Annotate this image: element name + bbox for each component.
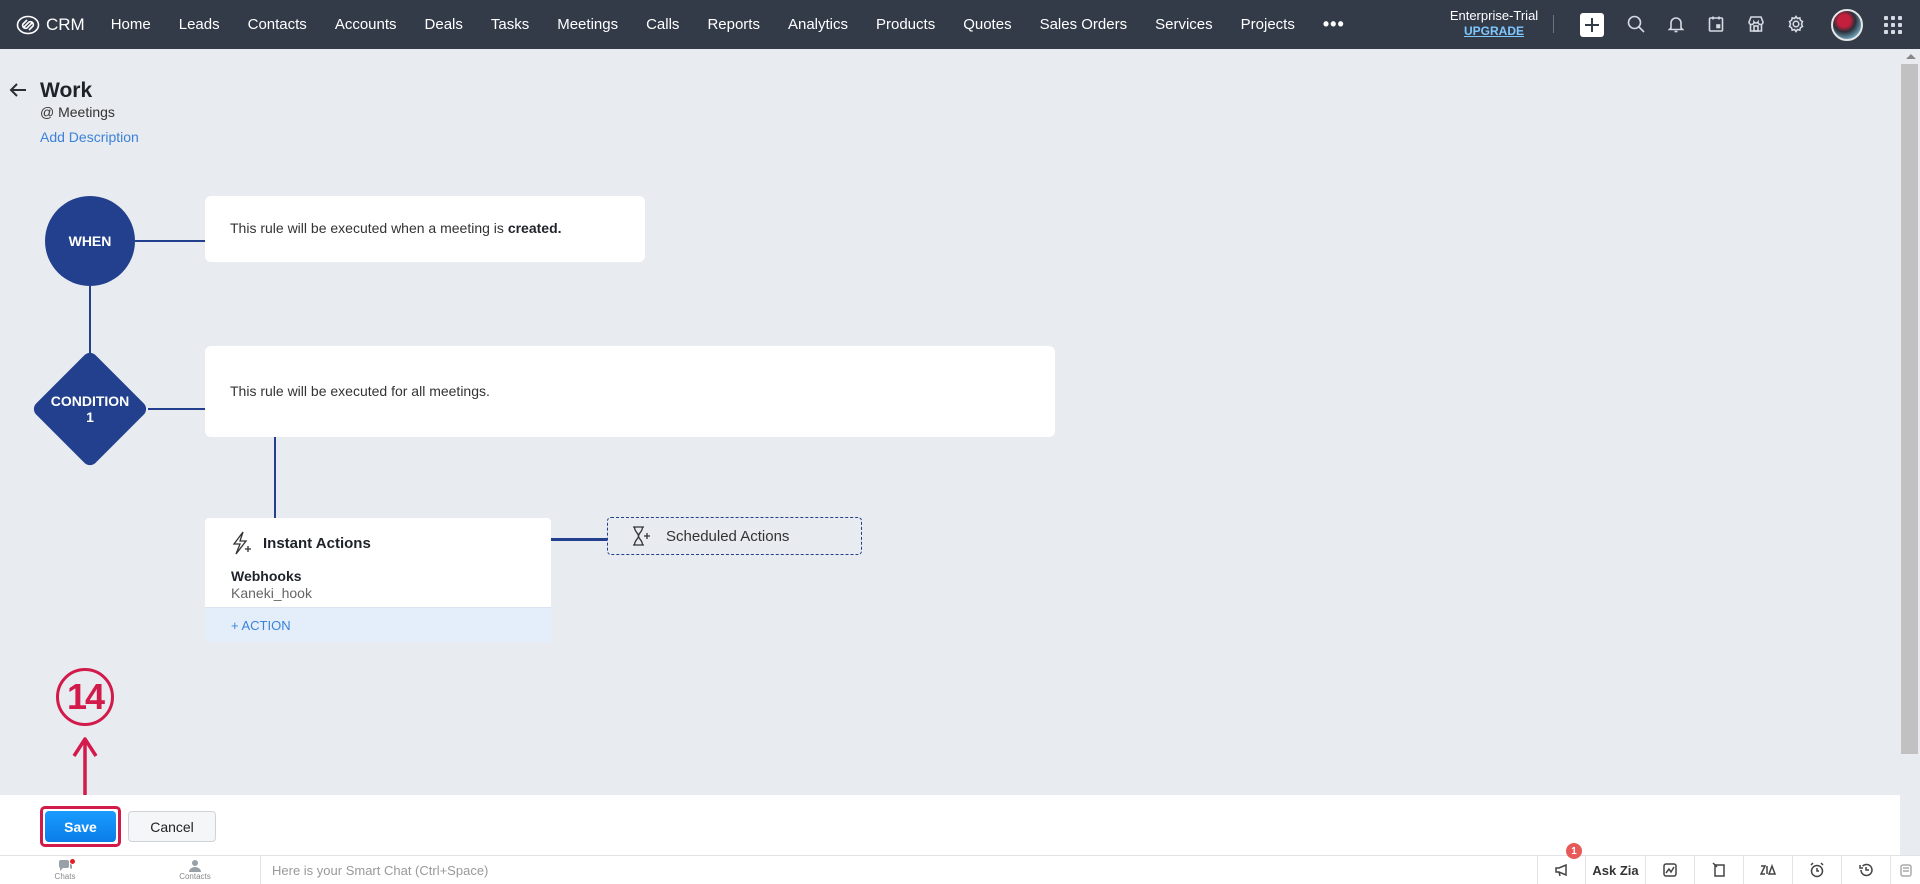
nav-home[interactable]: Home: [97, 0, 165, 49]
condition-node-number: 1: [86, 409, 94, 425]
scheduled-actions-label: Scheduled Actions: [666, 527, 790, 545]
divider: [1553, 15, 1554, 33]
nav-services[interactable]: Services: [1141, 0, 1227, 49]
connector-condition-card: [148, 408, 205, 410]
zia-button[interactable]: [1743, 856, 1792, 884]
search-button[interactable]: [1624, 12, 1648, 36]
arrow-left-icon: [9, 83, 26, 97]
stack-icon: [1899, 864, 1912, 877]
notifications-button[interactable]: [1664, 12, 1688, 36]
announcements-button[interactable]: 1: [1537, 843, 1585, 884]
add-description-link[interactable]: Add Description: [40, 129, 139, 145]
smart-chat-input[interactable]: Here is your Smart Chat (Ctrl+Space): [260, 856, 1537, 884]
step-annotation-badge: 14: [56, 668, 114, 726]
back-button[interactable]: [8, 80, 28, 100]
chart-insight-icon: [1663, 863, 1677, 877]
when-trigger-card[interactable]: This rule will be executed when a meetin…: [205, 196, 645, 262]
nav-accounts[interactable]: Accounts: [321, 0, 411, 49]
megaphone-icon: [1554, 863, 1567, 877]
chats-tab[interactable]: Chats: [0, 856, 130, 884]
recent-history-button[interactable]: [1841, 856, 1890, 884]
note-icon: [1712, 862, 1725, 877]
when-node-label: WHEN: [68, 233, 112, 249]
chats-label: Chats: [54, 871, 76, 881]
more-tools-button[interactable]: [1890, 856, 1920, 884]
module-tabs: Home Leads Contacts Accounts Deals Tasks…: [97, 0, 1359, 49]
add-action-button[interactable]: + ACTION: [205, 607, 551, 642]
alarm-clock-icon: [1810, 862, 1824, 878]
nav-calls[interactable]: Calls: [632, 0, 693, 49]
action-footer: [0, 795, 1900, 855]
nav-tasks[interactable]: Tasks: [477, 0, 543, 49]
brand-name: CRM: [46, 14, 85, 34]
unread-dot: [70, 859, 75, 864]
when-node[interactable]: WHEN: [45, 196, 135, 286]
nav-deals[interactable]: Deals: [411, 0, 477, 49]
scrollbar-thumb[interactable]: [1901, 64, 1918, 754]
condition-node-label: CONDITION: [50, 393, 130, 409]
crm-logo[interactable]: CRM: [16, 15, 85, 35]
apps-grid-icon[interactable]: [1884, 16, 1902, 34]
history-icon: [1859, 863, 1873, 877]
contacts-tab[interactable]: Contacts: [130, 856, 260, 884]
upgrade-link[interactable]: UPGRADE: [1448, 24, 1540, 38]
connector-condition-actions: [274, 437, 276, 518]
instant-actions-card: Instant Actions Webhooks Kaneki_hook + A…: [205, 518, 551, 642]
quick-create-button[interactable]: [1580, 13, 1604, 37]
hourglass-plus-icon: [633, 526, 650, 546]
zia-icon: [1760, 863, 1776, 875]
rule-module: @ Meetings: [40, 104, 115, 120]
nav-products[interactable]: Products: [862, 0, 949, 49]
condition-card[interactable]: This rule will be executed for all meeti…: [205, 346, 1055, 437]
nav-reports[interactable]: Reports: [693, 0, 774, 49]
bell-icon: [1667, 17, 1685, 33]
nav-quotes[interactable]: Quotes: [949, 0, 1025, 49]
marketplace-icon: [1748, 16, 1764, 32]
condition-text: This rule will be executed for all meeti…: [230, 383, 490, 399]
connector-when-card: [135, 240, 205, 242]
connector-when-condition: [89, 286, 91, 353]
user-avatar[interactable]: [1831, 9, 1863, 41]
notes-button[interactable]: [1694, 856, 1743, 884]
crm-logo-icon: [16, 15, 40, 34]
rule-title: Work: [40, 79, 93, 102]
action-type[interactable]: Webhooks: [205, 558, 551, 584]
top-navigation-bar: CRM Home Leads Contacts Accounts Deals T…: [0, 0, 1920, 49]
action-name[interactable]: Kaneki_hook: [205, 584, 551, 601]
scroll-up-arrow[interactable]: [1906, 54, 1916, 59]
connector-instant-scheduled: [551, 538, 607, 541]
lightning-plus-icon: [232, 531, 251, 555]
condition-node[interactable]: CONDITION 1: [30, 349, 150, 469]
ask-zia-label: Ask Zia: [1592, 862, 1639, 878]
announcement-badge: 1: [1566, 843, 1582, 859]
save-button[interactable]: Save: [45, 811, 116, 842]
marketplace-button[interactable]: [1744, 12, 1768, 36]
plan-info: Enterprise-Trial UPGRADE: [1448, 8, 1540, 38]
calendar-button[interactable]: [1704, 12, 1728, 36]
nav-analytics[interactable]: Analytics: [774, 0, 862, 49]
search-icon: [1627, 15, 1645, 33]
nav-sales-orders[interactable]: Sales Orders: [1026, 0, 1142, 49]
instant-actions-title: Instant Actions: [263, 534, 371, 552]
scheduled-actions-button[interactable]: Scheduled Actions: [607, 517, 862, 555]
when-text: This rule will be executed when a meetin…: [230, 220, 508, 236]
gear-icon: [1788, 15, 1804, 33]
ask-zia-button[interactable]: Ask Zia: [1585, 856, 1645, 884]
settings-button[interactable]: [1784, 12, 1808, 36]
calendar-icon: [1708, 16, 1724, 32]
nav-contacts[interactable]: Contacts: [234, 0, 321, 49]
nav-meetings[interactable]: Meetings: [543, 0, 632, 49]
more-modules-button[interactable]: •••: [1309, 14, 1359, 35]
plan-label: Enterprise-Trial: [1449, 8, 1539, 23]
plus-icon: [1585, 18, 1599, 32]
person-icon: [189, 859, 201, 872]
nav-projects[interactable]: Projects: [1227, 0, 1309, 49]
bottom-bar: Chats Contacts Here is your Smart Chat (…: [0, 843, 1920, 884]
nav-leads[interactable]: Leads: [165, 0, 234, 49]
contacts-label: Contacts: [179, 871, 211, 881]
reminders-button[interactable]: [1792, 856, 1841, 884]
when-trigger-event: created.: [507, 220, 562, 236]
cancel-button[interactable]: Cancel: [128, 811, 216, 842]
insights-button[interactable]: [1645, 856, 1694, 884]
